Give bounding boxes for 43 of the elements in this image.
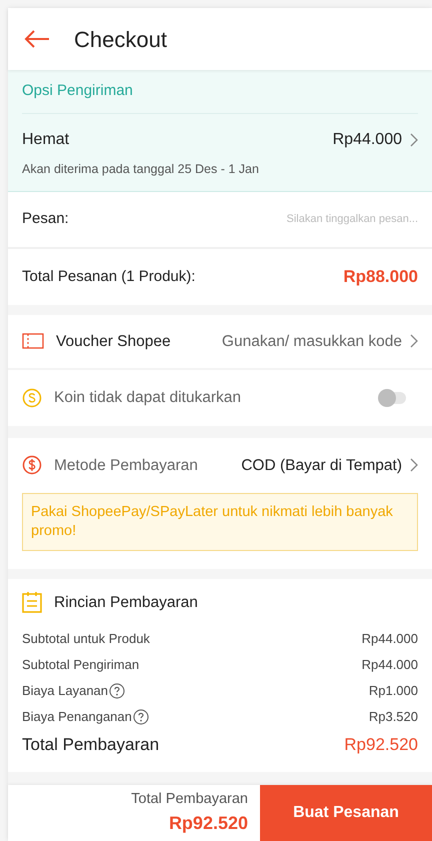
dollar-icon	[22, 455, 42, 476]
voucher-value: Gunakan/ masukkan kode	[222, 332, 402, 352]
ticket-icon	[22, 333, 44, 350]
payment-total-value: Rp92.520	[344, 734, 418, 756]
shipping-price: Rp44.000	[332, 130, 402, 150]
promo-notice: Pakai ShopeePay/SPayLater untuk nikmati lebih banyak promo!	[22, 492, 418, 551]
voucher-label: Voucher Shopee	[56, 332, 171, 352]
help-icon[interactable]	[132, 709, 149, 725]
payment-value: COD (Bayar di Tempat)	[241, 456, 402, 476]
payment-method-row[interactable]: Metode Pembayaran COD (Bayar di Tempat)	[22, 438, 418, 493]
payment-total-label: Total Pembayaran	[22, 734, 160, 756]
detail-value: Rp1.000	[368, 682, 418, 700]
place-order-button[interactable]: Buat Pesanan	[260, 785, 432, 841]
delivery-estimate: Akan diterima pada tanggal 25 Des - 1 Jan	[22, 161, 260, 178]
clipboard-icon	[22, 591, 42, 614]
chevron-right-icon	[410, 458, 418, 472]
footer-total-label: Total Pembayaran	[131, 790, 248, 809]
detail-label: Biaya Penanganan	[22, 708, 132, 726]
help-icon[interactable]	[109, 683, 126, 699]
detail-value: Rp3.520	[368, 708, 418, 726]
detail-label: Biaya Layanan	[22, 682, 108, 700]
voucher-row[interactable]: Voucher Shopee Gunakan/ masukkan kode	[8, 314, 432, 370]
coins-label: Koin tidak dapat ditukarkan	[54, 388, 241, 408]
details-heading: Rincian Pembayaran	[54, 592, 198, 613]
shipping-option: Hemat	[22, 128, 70, 152]
message-label: Pesan:	[22, 209, 69, 229]
coins-toggle[interactable]	[380, 392, 406, 404]
chevron-right-icon	[410, 133, 418, 147]
payment-label: Metode Pembayaran	[54, 456, 198, 476]
shipping-heading: Opsi Pengiriman	[22, 81, 133, 102]
message-field[interactable]: Silakan tinggalkan pesan...	[218, 211, 418, 228]
chevron-right-icon	[410, 334, 418, 348]
footer-total-value: Rp92.520	[168, 812, 248, 836]
detail-label: Subtotal Pengiriman	[22, 656, 140, 674]
coin-icon	[22, 388, 42, 408]
shipping-panel[interactable]: Opsi Pengiriman Hemat Rp44.000 Akan diterima pada tanggal 25 Des - 1 Jan	[8, 70, 432, 192]
order-total-value: Rp88.000	[343, 266, 418, 288]
back-arrow-icon[interactable]	[24, 29, 50, 49]
page-title: Checkout	[74, 26, 167, 54]
detail-value: Rp44.000	[362, 630, 418, 648]
detail-label: Subtotal untuk Produk	[22, 630, 150, 648]
order-total-label: Total Pesanan (1 Produk):	[22, 266, 196, 286]
detail-value: Rp44.000	[362, 656, 418, 674]
